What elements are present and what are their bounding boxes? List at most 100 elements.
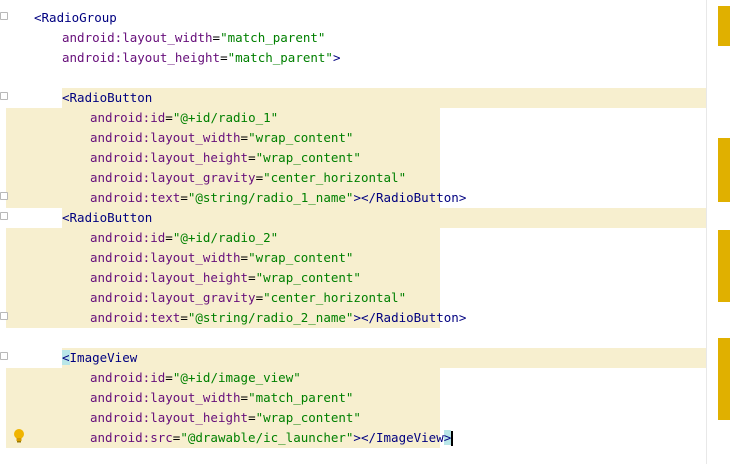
code-token: "wrap_content" [248,130,354,145]
code-line[interactable]: <ImageView [62,348,137,368]
code-token: "@+id/radio_1" [172,110,279,125]
highlight-radiobutton-1-head [62,88,706,108]
code-token: id [150,110,166,125]
code-line[interactable]: android:layout_width="wrap_content" [90,248,353,268]
code-line[interactable]: android:layout_gravity="center_horizonta… [90,288,406,308]
code-token: = [240,130,249,145]
code-token: RadioGroup [41,10,117,25]
code-token: < [34,10,42,25]
code-token: layout_width [122,30,213,45]
code-token: = [180,310,188,325]
code-token: ></ [353,430,376,445]
code-token: RadioButton [376,310,459,325]
code-token: ></ [353,310,377,325]
code-token: > [443,430,452,445]
code-token: android: [90,270,151,285]
code-token: > [458,190,467,205]
code-token: android: [90,170,151,185]
scroll-marker[interactable] [718,338,730,420]
highlight-radiobutton-2-head [62,208,706,228]
code-token: layout_width [150,390,241,405]
code-token: "@+id/radio_2" [172,230,279,245]
code-token: text [150,310,181,325]
code-token: "@string/radio_1_name" [187,190,354,205]
scroll-marker[interactable] [718,6,730,46]
code-token: "match_parent" [248,390,354,405]
code-token: = [255,290,264,305]
code-token: android: [90,290,151,305]
code-token: "wrap_content" [255,410,361,425]
code-line[interactable]: android:layout_height="match_parent"> [62,48,340,68]
code-token: android: [90,250,151,265]
code-token: "wrap_content" [255,270,361,285]
fold-marker-icon[interactable] [0,312,8,320]
code-line[interactable]: android:layout_width="wrap_content" [90,128,353,148]
code-token: "@string/radio_2_name" [187,310,354,325]
code-token: "@+id/image_view" [172,370,301,385]
code-token: < [62,350,70,365]
code-token: = [248,150,256,165]
code-line[interactable]: android:layout_width="match_parent" [62,28,325,48]
code-token: "match_parent" [227,50,333,65]
code-line[interactable]: android:layout_height="wrap_content" [90,408,361,428]
code-token: = [248,410,256,425]
code-line[interactable]: android:layout_height="wrap_content" [90,148,361,168]
code-token: < [62,210,70,225]
code-token: android: [90,190,151,205]
code-line[interactable]: <RadioButton [62,208,152,228]
code-token: ></ [353,190,377,205]
code-token: RadioButton [376,190,459,205]
code-token: ImageView [69,350,138,365]
code-editor[interactable]: <RadioGroup android:layout_width="match_p… [0,0,706,464]
code-line[interactable]: android:id="@+id/radio_2" [90,228,278,248]
code-token: RadioButton [69,210,153,225]
scroll-marker[interactable] [718,138,730,202]
code-line[interactable]: android:src="@drawable/ic_launcher"></Im… [90,428,454,448]
code-token: android: [62,30,123,45]
code-token: = [240,390,249,405]
code-token: "match_parent" [220,30,326,45]
fold-marker-icon[interactable] [0,192,8,200]
fold-marker-icon[interactable] [0,12,8,20]
code-token: "wrap_content" [248,250,354,265]
code-line[interactable]: android:id="@+id/image_view" [90,368,301,388]
code-token: = [165,370,173,385]
code-line[interactable]: android:text="@string/radio_1_name"></Ra… [90,188,466,208]
code-line[interactable]: android:layout_height="wrap_content" [90,268,361,288]
code-line[interactable]: <RadioButton [62,88,152,108]
code-line[interactable]: <RadioGroup [34,8,117,28]
fold-marker-icon[interactable] [0,92,8,100]
code-token: layout_height [150,410,249,425]
scrollbar[interactable] [718,0,730,464]
code-token: = [165,110,173,125]
code-token: "center_horizontal" [263,170,407,185]
code-token: layout_height [150,270,249,285]
code-line[interactable]: android:layout_gravity="center_horizonta… [90,168,406,188]
code-token: = [248,270,256,285]
code-token: layout_width [150,250,241,265]
code-token: android: [90,110,151,125]
code-token: src [150,430,173,445]
code-token: android: [90,310,151,325]
scroll-marker[interactable] [718,230,730,302]
code-token: android: [90,130,151,145]
code-token: = [220,50,228,65]
code-token: android: [62,50,123,65]
code-line[interactable]: android:layout_width="match_parent" [90,388,353,408]
lightbulb-icon[interactable] [12,428,26,444]
code-line[interactable]: android:id="@+id/radio_1" [90,108,278,128]
code-token: android: [90,150,151,165]
fold-marker-icon[interactable] [0,212,8,220]
code-token: = [255,170,264,185]
code-line[interactable]: android:text="@string/radio_2_name"></Ra… [90,308,466,328]
code-token: < [62,90,70,105]
code-token: = [165,230,173,245]
code-token: android: [90,370,151,385]
code-token: layout_height [150,150,249,165]
highlight-imageview-head [62,348,706,368]
code-token: = [180,190,188,205]
code-token: = [212,30,221,45]
fold-marker-icon[interactable] [0,352,8,360]
code-token: id [150,370,166,385]
code-token: layout_gravity [150,170,256,185]
